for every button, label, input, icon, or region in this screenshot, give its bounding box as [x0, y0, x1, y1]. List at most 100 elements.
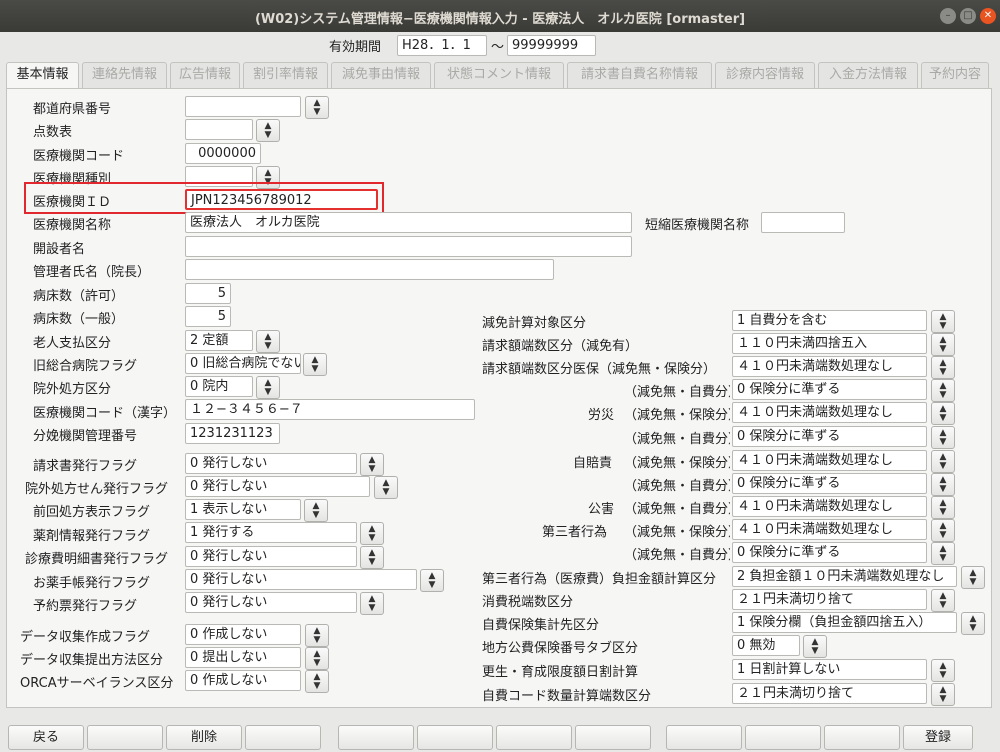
tab-reservation[interactable]: 予約内容: [921, 62, 989, 88]
beds-permit-input[interactable]: 5: [185, 283, 231, 304]
tab-payment-method[interactable]: 入金方法情報: [818, 62, 918, 88]
jihi-code-spinner[interactable]: ▲ ▼: [931, 683, 955, 706]
tax-round-input[interactable]: ２１円未満切り捨て: [732, 589, 927, 610]
f8-button[interactable]: [575, 725, 651, 750]
kougai-spinner[interactable]: ▲ ▼: [931, 496, 955, 519]
f6-button[interactable]: [417, 725, 493, 750]
close-icon[interactable]: ✕: [980, 8, 996, 24]
kougai-input[interactable]: ４１０円未満端数処理なし: [732, 496, 927, 517]
tab-invoice-name[interactable]: 請求書自費名称情報: [567, 62, 712, 88]
elderly-pay-input[interactable]: 2 定額: [185, 330, 253, 351]
f2-button[interactable]: [87, 725, 163, 750]
jibai-jihi-spinner[interactable]: ▲ ▼: [931, 473, 955, 496]
inst-id-input[interactable]: JPN123456789012: [185, 189, 378, 210]
outside-rx-flag-spinner[interactable]: ▲ ▼: [374, 476, 398, 499]
f5-button[interactable]: [338, 725, 414, 750]
f10-button[interactable]: [745, 725, 821, 750]
delete-button[interactable]: 削除: [166, 725, 242, 750]
tax-round-spinner[interactable]: ▲ ▼: [931, 589, 955, 612]
f11-button[interactable]: [824, 725, 900, 750]
round-ins-jihi-spinner[interactable]: ▲ ▼: [931, 379, 955, 402]
back-button[interactable]: 戻る: [8, 725, 84, 750]
daisan-spinner[interactable]: ▲ ▼: [931, 519, 955, 542]
jihi-code-input[interactable]: ２１円未満切り捨て: [732, 683, 927, 704]
maximize-icon[interactable]: □: [960, 8, 976, 24]
pref-no-spinner[interactable]: ▲ ▼: [305, 96, 329, 119]
period-to-input[interactable]: 99999999: [507, 35, 596, 56]
tab-basic-info[interactable]: 基本情報: [6, 62, 79, 90]
rousai-input[interactable]: ４１０円未満端数処理なし: [732, 402, 927, 423]
period-from-input[interactable]: H28．1．1: [397, 35, 487, 56]
tab-treatment-info[interactable]: 診療内容情報: [715, 62, 815, 88]
rousai-spinner[interactable]: ▲ ▼: [931, 402, 955, 425]
invoice-flag-input[interactable]: 0 発行しない: [185, 453, 357, 474]
detail-flag-input[interactable]: 0 発行しない: [185, 546, 357, 567]
pref-no-input[interactable]: [185, 96, 301, 117]
genmen-calc-input[interactable]: 1 自費分を含む: [732, 310, 927, 331]
reserve-flag-spinner[interactable]: ▲ ▼: [360, 592, 384, 615]
inst-code-input[interactable]: 0000000: [185, 143, 261, 164]
beds-general-input[interactable]: 5: [185, 306, 231, 327]
elderly-pay-spinner[interactable]: ▲ ▼: [256, 330, 280, 353]
invoice-flag-spinner[interactable]: ▲ ▼: [360, 453, 384, 476]
rousai-jihi-spinner[interactable]: ▲ ▼: [931, 426, 955, 449]
prev-rx-flag-spinner[interactable]: ▲ ▼: [304, 499, 328, 522]
jihi-ins-spinner[interactable]: ▲ ▼: [961, 612, 985, 635]
round-genmen-spinner[interactable]: ▲ ▼: [931, 333, 955, 356]
daisan-futan-spinner[interactable]: ▲ ▼: [961, 566, 985, 589]
outside-rx-input[interactable]: 0 院内: [185, 376, 253, 397]
daisan-jihi-input[interactable]: 0 保険分に準ずる: [732, 542, 927, 563]
tab-discount-info[interactable]: 割引率情報: [243, 62, 328, 88]
old-hospital-spinner[interactable]: ▲ ▼: [303, 353, 327, 376]
short-name-input[interactable]: [761, 212, 845, 233]
jihi-ins-input[interactable]: 1 保険分欄（負担金額四捨五入）: [732, 612, 957, 633]
reserve-flag-input[interactable]: 0 発行しない: [185, 592, 357, 613]
jibai-spinner[interactable]: ▲ ▼: [931, 450, 955, 473]
outside-rx-spinner[interactable]: ▲ ▼: [256, 376, 280, 399]
f7-button[interactable]: [496, 725, 572, 750]
jibai-jihi-input[interactable]: 0 保険分に準ずる: [732, 473, 927, 494]
tab-contact-info[interactable]: 連絡先情報: [82, 62, 167, 88]
prev-rx-flag-input[interactable]: 1 表示しない: [185, 499, 301, 520]
outside-rx-flag-input[interactable]: 0 発行しない: [185, 476, 370, 497]
f9-button[interactable]: [666, 725, 742, 750]
round-ins-jihi-input[interactable]: 0 保険分に準ずる: [732, 379, 927, 400]
kouhi-tab-input[interactable]: 0 無効: [732, 635, 800, 656]
daisan-futan-input[interactable]: 2 負担金額１０円未満端数処理なし: [732, 566, 957, 587]
round-genmen-input[interactable]: １１０円未満四捨五入: [732, 333, 927, 354]
tab-exemption-info[interactable]: 減免事由情報: [331, 62, 431, 88]
director-input[interactable]: [185, 259, 554, 280]
tab-status-comment[interactable]: 状態コメント情報: [434, 62, 564, 88]
old-hospital-input[interactable]: 0 旧総合病院でない: [185, 353, 301, 374]
notebook-flag-input[interactable]: 0 発行しない: [185, 569, 417, 590]
data-submit-input[interactable]: 0 提出しない: [185, 647, 301, 668]
tensu-input[interactable]: [185, 119, 253, 140]
orca-survey-spinner[interactable]: ▲ ▼: [305, 670, 329, 693]
drug-info-flag-input[interactable]: 1 発行する: [185, 522, 357, 543]
data-create-flag-spinner[interactable]: ▲ ▼: [305, 624, 329, 647]
tensu-spinner[interactable]: ▲ ▼: [256, 119, 280, 142]
kouhi-tab-spinner[interactable]: ▲ ▼: [803, 635, 827, 658]
data-create-flag-input[interactable]: 0 作成しない: [185, 624, 301, 645]
drug-info-flag-spinner[interactable]: ▲ ▼: [360, 522, 384, 545]
genmen-calc-spinner[interactable]: ▲ ▼: [931, 310, 955, 333]
inst-name-input[interactable]: 医療法人 オルカ医院: [185, 212, 632, 233]
notebook-flag-spinner[interactable]: ▲ ▼: [420, 569, 444, 592]
round-ins-input[interactable]: ４１０円未満端数処理なし: [732, 356, 927, 377]
daisan-jihi-spinner[interactable]: ▲ ▼: [931, 542, 955, 565]
jibai-input[interactable]: ４１０円未満端数処理なし: [732, 450, 927, 471]
birth-mgmt-input[interactable]: 1231231123: [185, 423, 280, 444]
data-submit-spinner[interactable]: ▲ ▼: [305, 647, 329, 670]
minimize-icon[interactable]: –: [940, 8, 956, 24]
detail-flag-spinner[interactable]: ▲ ▼: [360, 546, 384, 569]
kousei-spinner[interactable]: ▲ ▼: [931, 659, 955, 682]
orca-survey-input[interactable]: 0 作成しない: [185, 670, 301, 691]
rousai-jihi-input[interactable]: 0 保険分に準ずる: [732, 426, 927, 447]
register-button[interactable]: 登録: [903, 725, 973, 750]
kousei-input[interactable]: 1 日割計算しない: [732, 659, 927, 680]
round-ins-spinner[interactable]: ▲ ▼: [931, 356, 955, 379]
tab-ad-info[interactable]: 広告情報: [170, 62, 240, 88]
f4-button[interactable]: [245, 725, 321, 750]
inst-code-kanji-input[interactable]: １２−３４５６−７: [185, 399, 475, 420]
daisan-input[interactable]: ４１０円未満端数処理なし: [732, 519, 927, 540]
